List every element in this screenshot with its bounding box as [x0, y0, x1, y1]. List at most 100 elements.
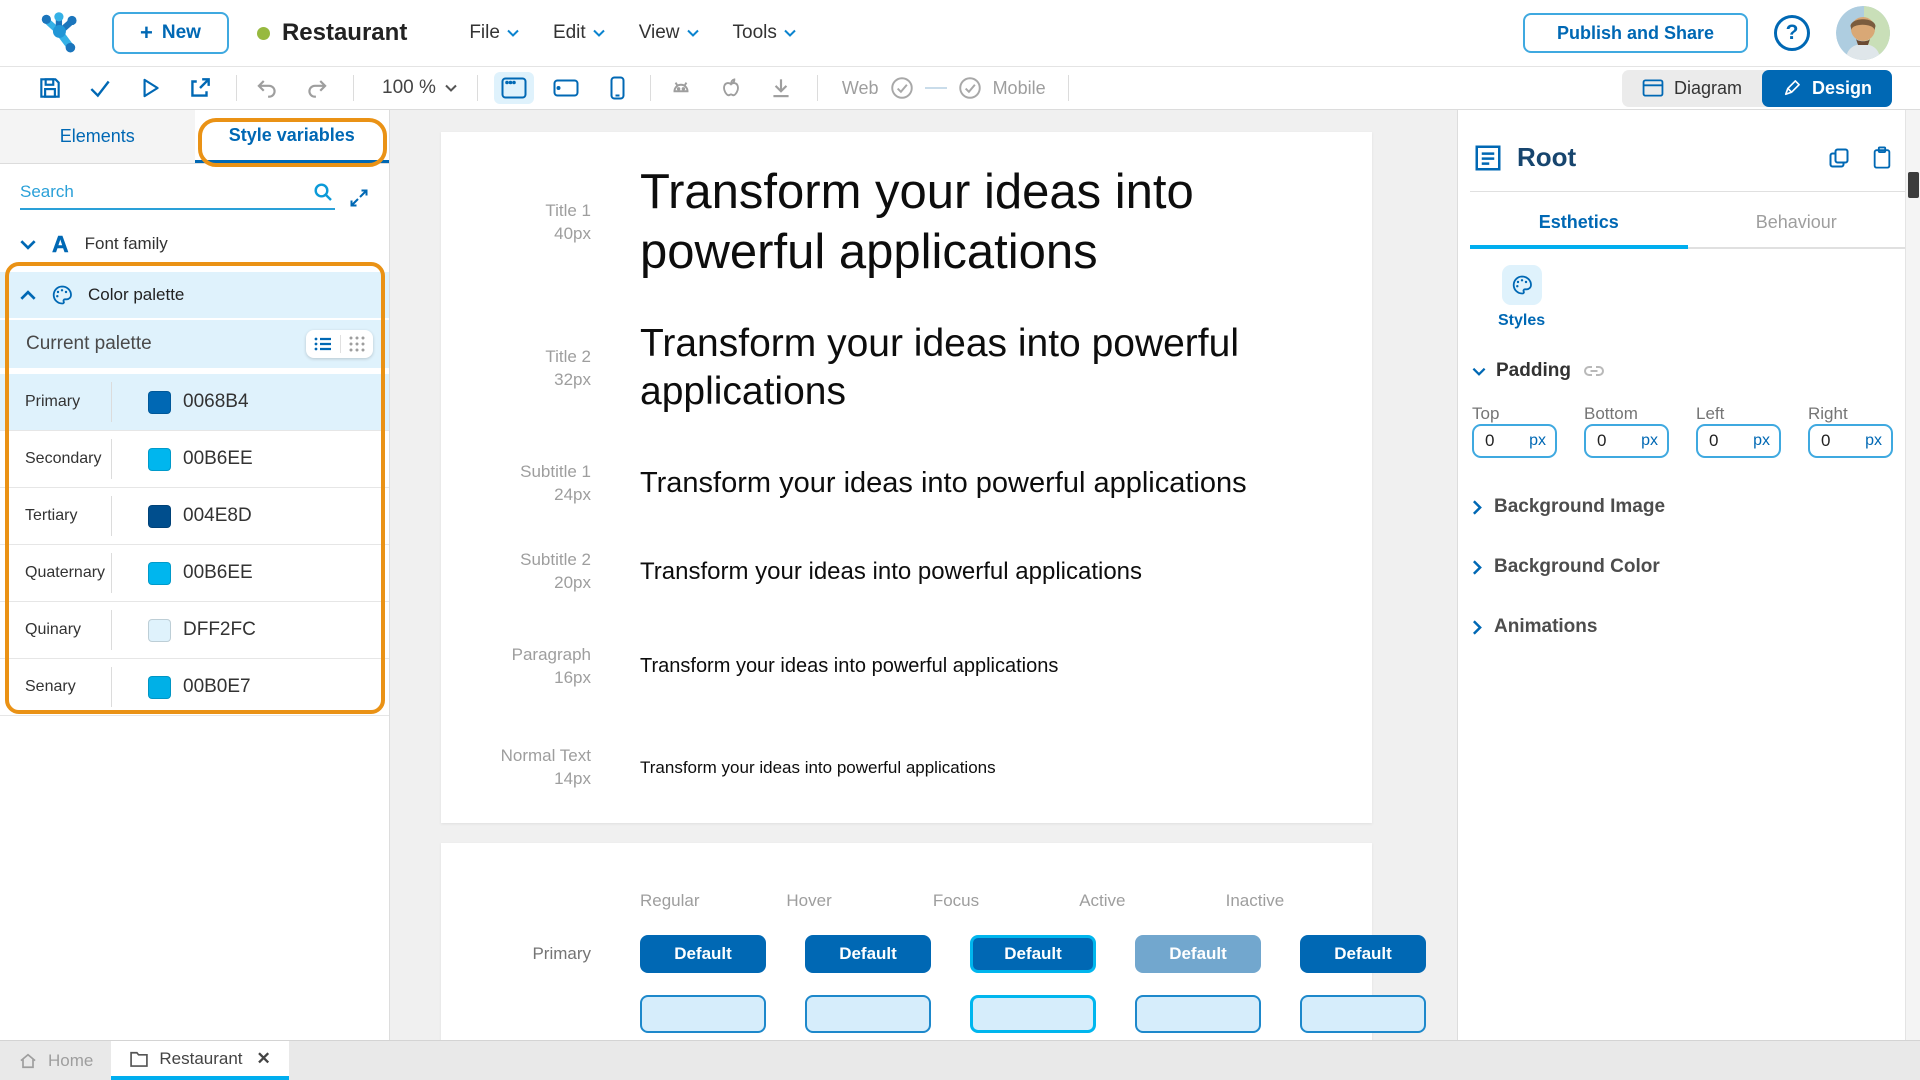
tablet-view-button[interactable] — [546, 72, 586, 104]
bottom-tab-home[interactable]: Home — [0, 1041, 111, 1080]
chevron-down-icon — [784, 29, 796, 37]
new-button[interactable]: + New — [112, 12, 229, 54]
button-states-card[interactable]: Regular Hover Focus Active Inactive Prim… — [441, 843, 1426, 1040]
chevron-right-icon — [1472, 619, 1482, 635]
color-swatch[interactable] — [148, 675, 171, 699]
sample-text: Transform your ideas into powerful appli… — [640, 165, 1194, 279]
menu-file[interactable]: File — [469, 22, 519, 44]
apple-icon[interactable] — [717, 74, 745, 102]
padding-fields: Top px Bottom px Left — [1472, 404, 1905, 458]
state-column-headers: Regular Hover Focus Active Inactive — [640, 891, 1285, 910]
folder-icon — [130, 1051, 149, 1067]
padding-bottom-input[interactable]: px — [1584, 424, 1669, 458]
check-circle-icon — [958, 77, 981, 99]
project-title: Restaurant — [256, 19, 407, 47]
expand-panel-icon[interactable] — [347, 186, 371, 210]
font-family-section-header[interactable]: A Font family — [0, 220, 389, 268]
left-sidebar: Elements Style variables A Font family C… — [0, 110, 390, 1040]
sample-text: Transform your ideas into powerful appli… — [640, 557, 1143, 585]
validate-check-button[interactable] — [86, 74, 114, 102]
secondary-state-row-partial — [441, 995, 1426, 1033]
export-share-button[interactable] — [186, 74, 214, 102]
phone-view-button[interactable] — [598, 72, 638, 104]
save-button[interactable] — [36, 74, 64, 102]
divider — [111, 496, 112, 536]
typography-preview-card[interactable]: Title 1 40px Transform your ideas into po… — [441, 132, 1372, 864]
chevron-down-icon — [20, 239, 36, 250]
padding-left-input[interactable]: px — [1696, 424, 1781, 458]
tab-style-variables[interactable]: Style variables — [194, 110, 389, 163]
color-swatch[interactable] — [148, 561, 171, 585]
list-view-icon[interactable] — [313, 335, 333, 353]
redo-button[interactable] — [303, 74, 331, 102]
search-icon[interactable] — [311, 180, 335, 204]
scrollbar-thumb[interactable] — [1908, 172, 1919, 198]
android-icon[interactable] — [667, 74, 695, 102]
padding-top-input[interactable]: px — [1472, 424, 1557, 458]
design-tab[interactable]: Design — [1761, 69, 1892, 107]
color-row-tertiary[interactable]: Tertiary 004E8D — [0, 488, 389, 545]
background-color-section[interactable]: Background Color — [1472, 556, 1905, 578]
color-row-primary[interactable]: Primary 0068B4 — [0, 374, 389, 431]
animations-section[interactable]: Animations — [1472, 616, 1905, 638]
primary-inactive-button[interactable]: Default — [1300, 935, 1426, 973]
color-row-secondary[interactable]: Secondary 00B6EE — [0, 431, 389, 488]
current-palette-row: Current palette — [0, 320, 389, 368]
desktop-view-button[interactable] — [493, 72, 534, 104]
zoom-dropdown[interactable]: 100 % — [382, 77, 457, 99]
padding-right-input[interactable]: px — [1808, 424, 1893, 458]
secondary-regular-button[interactable] — [640, 995, 766, 1033]
styles-item[interactable]: Styles — [1498, 265, 1545, 330]
avatar[interactable] — [1836, 6, 1890, 60]
color-row-quaternary[interactable]: Quaternary 00B6EE — [0, 545, 389, 602]
color-swatch[interactable] — [148, 618, 171, 642]
scrollbar[interactable] — [1905, 110, 1920, 1040]
chevron-right-icon — [1472, 499, 1482, 515]
copy-icon[interactable] — [1827, 145, 1851, 171]
chevron-down-icon — [592, 29, 605, 37]
primary-focus-button[interactable]: Default — [970, 935, 1096, 973]
undo-button[interactable] — [253, 74, 281, 102]
color-swatch[interactable] — [148, 390, 171, 414]
close-icon[interactable]: ✕ — [257, 1049, 271, 1069]
chevron-down-icon — [1472, 367, 1486, 376]
tab-elements[interactable]: Elements — [0, 110, 195, 163]
view-mode-switch: Diagram Design — [1621, 69, 1892, 107]
new-button-label: New — [161, 22, 201, 43]
padding-section-header[interactable]: Padding — [1472, 360, 1905, 382]
background-image-section[interactable]: Background Image — [1472, 496, 1905, 518]
web-mobile-toggle[interactable]: Web Mobile — [842, 75, 1046, 101]
menu-view[interactable]: View — [639, 22, 699, 44]
primary-active-button[interactable]: Default — [1135, 935, 1261, 973]
primary-hover-button[interactable]: Default — [805, 935, 931, 973]
color-palette-section-header[interactable]: Color palette — [0, 272, 389, 318]
color-row-quinary[interactable]: Quinary DFF2FC — [0, 602, 389, 659]
app-logo-icon[interactable] — [38, 12, 84, 54]
color-swatch[interactable] — [148, 504, 171, 528]
menu-edit[interactable]: Edit — [553, 22, 605, 44]
publish-and-share-button[interactable]: Publish and Share — [1522, 13, 1748, 53]
tab-esthetics[interactable]: Esthetics — [1470, 198, 1688, 249]
secondary-focus-button[interactable] — [970, 995, 1096, 1033]
secondary-hover-button[interactable] — [805, 995, 931, 1033]
grid-view-icon[interactable] — [348, 335, 366, 353]
diagram-tab[interactable]: Diagram — [1622, 70, 1762, 107]
run-preview-button[interactable] — [136, 74, 164, 102]
paste-clipboard-icon[interactable] — [1871, 145, 1893, 171]
search-input[interactable] — [20, 182, 311, 202]
divider — [111, 439, 112, 479]
chevron-right-icon — [1472, 559, 1482, 575]
tab-behaviour[interactable]: Behaviour — [1687, 198, 1905, 249]
help-icon[interactable]: ? — [1774, 15, 1810, 51]
link-icon[interactable] — [1581, 362, 1607, 380]
color-row-senary[interactable]: Senary 00B0E7 — [0, 659, 389, 716]
bottom-tab-restaurant[interactable]: Restaurant ✕ — [111, 1041, 289, 1080]
download-icon[interactable] — [767, 74, 795, 102]
design-canvas[interactable]: Title 1 40px Transform your ideas into po… — [390, 110, 1457, 1040]
menu-tools[interactable]: Tools — [733, 22, 796, 44]
secondary-active-button[interactable] — [1135, 995, 1261, 1033]
color-swatch[interactable] — [148, 447, 171, 471]
primary-regular-button[interactable]: Default — [640, 935, 766, 973]
secondary-inactive-button[interactable] — [1300, 995, 1426, 1033]
sample-text: Transform your ideas into powerful appli… — [640, 322, 1239, 413]
